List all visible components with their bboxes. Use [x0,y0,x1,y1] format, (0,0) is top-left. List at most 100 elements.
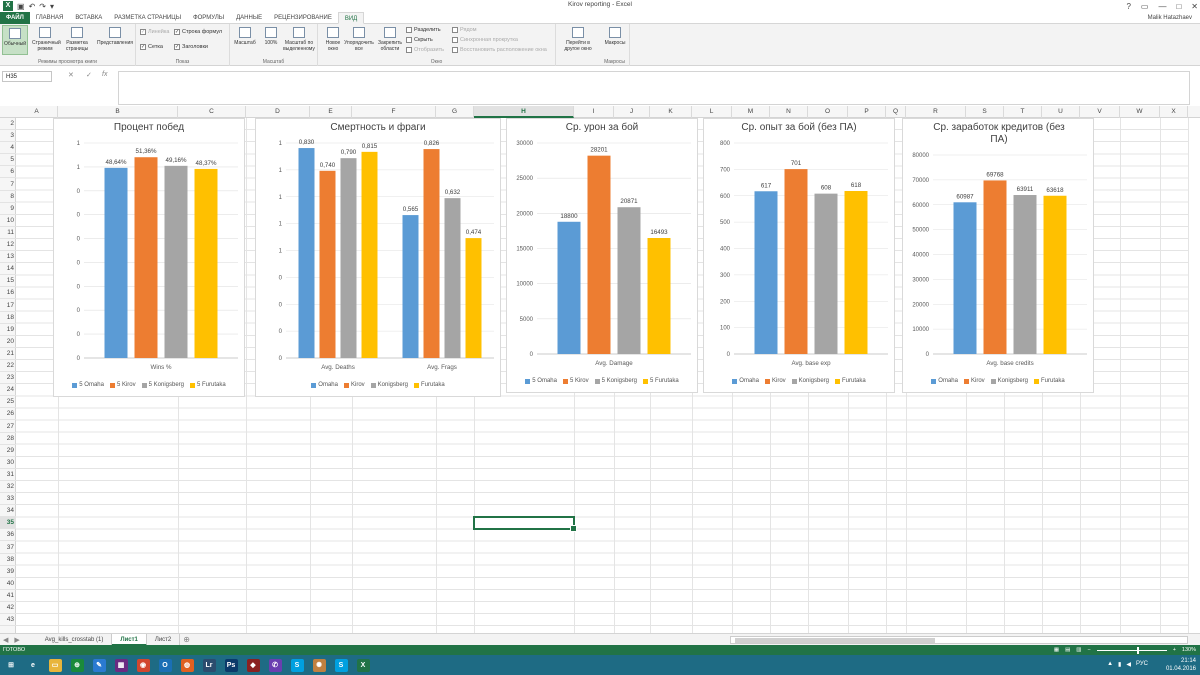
tab-file[interactable]: ФАЙЛ [0,11,30,24]
row-header-19[interactable]: 19 [0,324,16,336]
headings-checkbox[interactable]: ✓ Заголовки [174,44,208,50]
row-header-22[interactable]: 22 [0,360,16,373]
row-header-27[interactable]: 27 [0,421,16,433]
page-layout-status-icon[interactable]: ▤ [1065,645,1070,655]
zoom-slider[interactable] [1096,646,1167,654]
legend-item[interactable]: Omaha [732,378,759,384]
column-header-h[interactable]: H [474,106,574,118]
freeze-panes-button[interactable]: Закрепить области [376,25,404,55]
user-name[interactable]: Malik Hatazhaev [1148,12,1192,24]
sheet-tab-avg-kills[interactable]: Avg_kills_crosstab (1) [37,633,113,646]
column-header-o[interactable]: O [808,106,848,118]
chart-2[interactable]: Смертность и фраги 1 1 1 1 1 0 0 0 0 0,830 0,740 0,7… [255,118,501,397]
column-header-b[interactable]: B [58,106,178,118]
next-sheet-icon[interactable]: ▶ [11,636,22,644]
chrome-icon[interactable]: ◉ [133,656,153,674]
column-header-r[interactable]: R [906,106,966,118]
skype-icon[interactable]: S [287,656,307,674]
legend-item[interactable]: 5 Konigsberg [594,378,637,384]
reset-position-button[interactable]: Восстановить расположение окна [452,47,547,53]
column-header-i[interactable]: I [574,106,614,118]
column-header-k[interactable]: K [650,106,692,118]
row-header-23[interactable]: 23 [0,372,16,385]
formula-bar-checkbox[interactable]: ✓ Строка формул [174,29,222,35]
custom-views-button[interactable]: Представления [96,25,134,55]
sync-scroll-button[interactable]: Синхронная прокрутка [452,37,518,43]
row-header-41[interactable]: 41 [0,590,16,602]
chart-3[interactable]: Ср. урон за бой 30000 25000 20000 15000 10000… [506,118,698,393]
start-icon[interactable]: ⊞ [1,656,21,674]
app-icon-2[interactable]: ▦ [111,656,131,674]
row-header-12[interactable]: 12 [0,239,16,252]
side-by-side-button[interactable]: Рядом [452,27,477,33]
tab-view[interactable]: ВИД [337,11,365,24]
volume-icon[interactable]: ◀ [1126,661,1131,668]
zoom-selection-button[interactable]: Масштаб по выделенному [282,25,316,55]
chart-legend[interactable]: Omaha Kirov Konigsberg Furutaka [256,382,500,388]
row-header-43[interactable]: 43 [0,614,16,627]
legend-item[interactable]: 5 Omaha [525,378,557,384]
row-header-10[interactable]: 10 [0,215,16,227]
legend-item[interactable]: 5 Omaha [72,382,104,388]
chart-5[interactable]: Ср. заработок кредитов (без ПА) 80000 7000… [902,118,1094,393]
row-header-8[interactable]: 8 [0,191,16,203]
column-header-f[interactable]: F [352,106,436,118]
row-header-35[interactable]: 35 [0,517,16,530]
page-layout-view-button[interactable]: Разметка страницы [64,25,90,55]
gridlines-checkbox[interactable]: ✓ Сетка [140,44,163,50]
legend-item[interactable]: Furutaka [414,382,445,388]
cancel-icon[interactable]: ✕ [68,71,74,79]
chart-1[interactable]: Процент побед 1 1 0 0 0 0 0 0 0 0 48,64% 51,36% 49,16… [53,118,245,397]
firefox-icon[interactable]: ◍ [177,656,197,674]
chart-legend[interactable]: 5 Omaha 5 Kirov 5 Konigsberg 5 Furutaka [507,378,697,384]
selected-cell[interactable] [473,516,577,533]
column-header-c[interactable]: C [178,106,246,118]
lightroom-icon[interactable]: Lr [199,656,219,674]
column-header-t[interactable]: T [1004,106,1042,118]
legend-item[interactable]: 5 Furutaka [190,382,226,388]
enter-icon[interactable]: ✓ [86,71,92,79]
row-header-13[interactable]: 13 [0,251,16,264]
zoom-out-icon[interactable]: − [1087,645,1090,655]
row-header-33[interactable]: 33 [0,493,16,506]
column-header-a[interactable]: A [16,106,58,118]
add-sheet-icon[interactable]: ⊕ [180,635,193,644]
tab-insert[interactable]: ВСТАВКА [69,12,108,24]
legend-item[interactable]: 5 Kirov [109,382,136,388]
column-header-w[interactable]: W [1120,106,1160,118]
ie-icon[interactable]: e [23,656,43,674]
arrange-all-button[interactable]: Упорядочить все [344,25,374,55]
sheet-tab-list2[interactable]: Лист2 [147,633,181,646]
column-header-d[interactable]: D [246,106,310,118]
column-header-s[interactable]: S [966,106,1004,118]
row-header-26[interactable]: 26 [0,408,16,421]
row-header-6[interactable]: 6 [0,166,16,179]
tab-page-layout[interactable]: РАЗМЕТКА СТРАНИЦЫ [108,12,187,24]
legend-item[interactable]: Konigsberg [791,378,829,384]
sheet-tab-list1[interactable]: Лист1 [112,633,147,646]
row-header-21[interactable]: 21 [0,348,16,360]
formula-input[interactable] [118,71,1190,105]
column-header-u[interactable]: U [1042,106,1080,118]
tab-formulas[interactable]: ФОРМУЛЫ [187,12,230,24]
chart-legend[interactable]: 5 Omaha 5 Kirov 5 Konigsberg 5 Furutaka [54,382,244,388]
row-header-28[interactable]: 28 [0,433,16,445]
column-header-l[interactable]: L [692,106,732,118]
outlook-icon[interactable]: O [155,656,175,674]
row-header-4[interactable]: 4 [0,142,16,155]
macros-button[interactable]: Макросы [602,25,628,55]
customize-icon[interactable]: ▾ [50,2,54,11]
row-header-30[interactable]: 30 [0,457,16,469]
column-header-v[interactable]: V [1080,106,1120,118]
viber-icon[interactable]: ✆ [265,656,285,674]
legend-item[interactable]: Kirov [963,378,985,384]
page-break-view-button[interactable]: Страничный режим [32,25,61,55]
row-header-31[interactable]: 31 [0,469,16,481]
tab-review[interactable]: РЕЦЕНЗИРОВАНИЕ [268,12,338,24]
legend-item[interactable]: Omaha [931,378,958,384]
column-header-x[interactable]: X [1160,106,1188,118]
excel-icon[interactable]: X [353,656,373,674]
unhide-button[interactable]: Отобразить [406,47,444,53]
legend-item[interactable]: 5 Konigsberg [141,382,184,388]
ruler-checkbox[interactable]: ✓ Линейка [140,29,169,35]
